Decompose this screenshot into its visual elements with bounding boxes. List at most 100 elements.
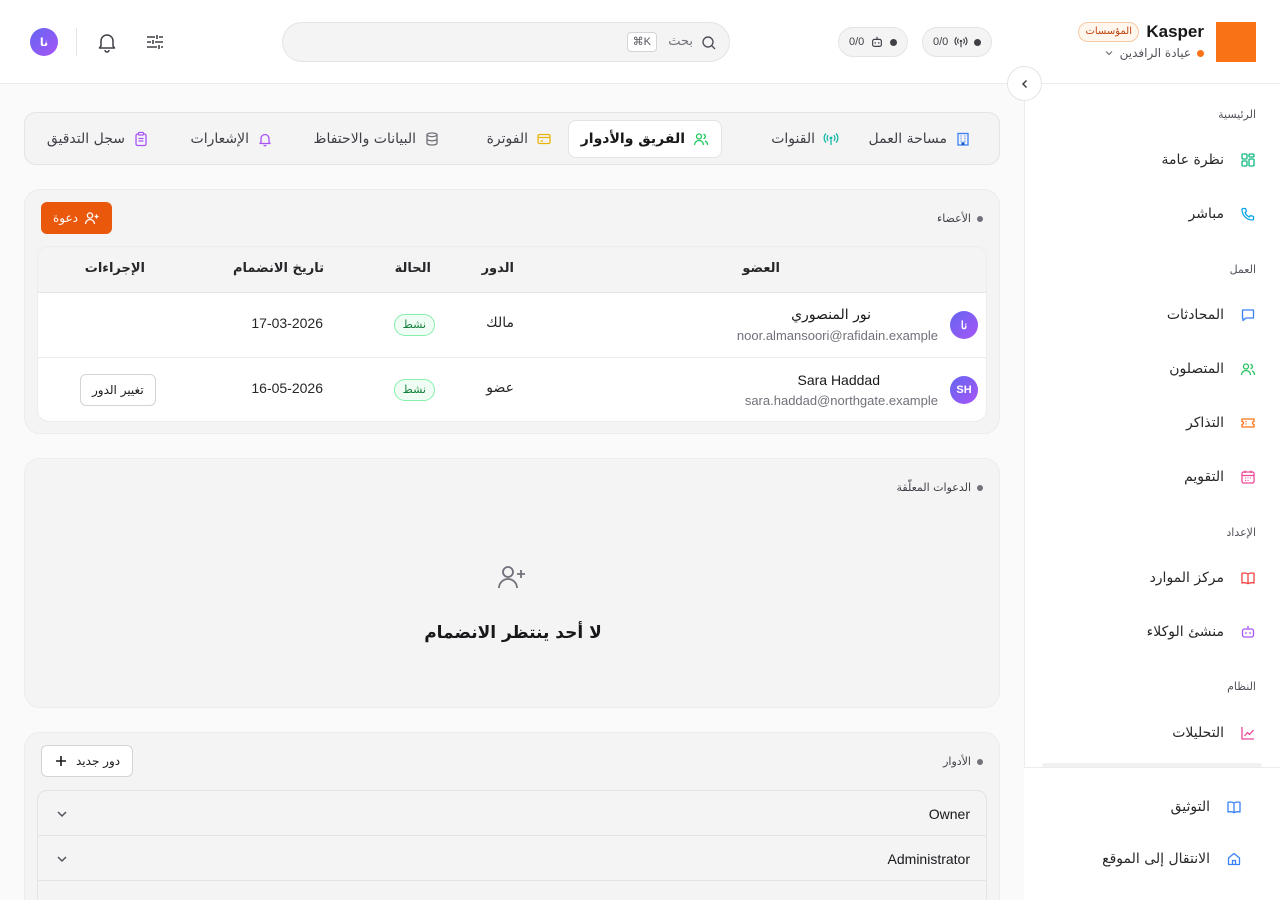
status-dot (974, 38, 982, 46)
table-header: العضو الدور الحالة تاريخ الانضمام الإجرا… (38, 247, 986, 293)
role-row-administrator[interactable]: Administrator (37, 835, 987, 881)
chevron-down-icon (1105, 51, 1113, 56)
sidebar-section-label: الإعداد (1226, 526, 1256, 539)
members-title: الأعضاء (937, 212, 983, 225)
member-role: مالك (486, 315, 514, 331)
sidebar-section-label: الرئيسية (1218, 108, 1256, 121)
search-input[interactable]: بحث ⌘K (282, 22, 730, 62)
top-bar: Kasper المؤسسات عيادة الرافدين 0/0 0/0 ب… (0, 0, 1280, 84)
tab-notifications[interactable]: الإشعارات (179, 120, 285, 158)
members-table: العضو الدور الحالة تاريخ الانضمام الإجرا… (37, 246, 987, 422)
sidebar-item-calendar[interactable]: التقويم (1048, 459, 1256, 495)
tab-workspace[interactable]: مساحة العمل (857, 120, 983, 158)
bot-icon (1241, 626, 1255, 638)
sidebar-item-documentation[interactable]: التوثيق (1042, 789, 1242, 825)
database-icon (426, 132, 438, 146)
empty-state-text: لا أحد ينتظر الانضمام (424, 623, 602, 643)
sidebar-item-label: التوثيق (1170, 799, 1210, 815)
new-role-button[interactable]: دور جديد (41, 745, 134, 777)
tab-label: البيانات والاحتفاظ (313, 131, 416, 147)
brand-logo[interactable] (1216, 22, 1256, 62)
invite-button[interactable]: دعوة (41, 202, 112, 234)
chevron-down-icon[interactable] (56, 808, 68, 820)
pending-invites-card: الدعوات المعلّقة لا أحد ينتظر الانضمام (24, 458, 1000, 708)
change-role-button[interactable]: تغيير الدور (80, 374, 156, 406)
agents-count: 0/0 (849, 36, 865, 48)
tab-label: الإشعارات (190, 131, 249, 147)
pending-title: الدعوات المعلّقة (896, 481, 983, 494)
sidebar-item-label: التحليلات (1172, 725, 1224, 741)
sidebar-section-label: العمل (1229, 263, 1256, 276)
plus-icon (56, 756, 66, 766)
section-title: الأدوار (943, 755, 971, 768)
workspace-name: عيادة الرافدين (1119, 46, 1191, 60)
sidebar-item-resources[interactable]: مركز الموارد (1048, 560, 1256, 596)
plan-badge: المؤسسات (1078, 22, 1139, 42)
status-badge: نشط (393, 314, 435, 336)
users-icon (1240, 363, 1256, 376)
sidebar-section-label: النظام (1227, 680, 1256, 693)
member-role: عضو (486, 380, 514, 396)
tab-billing[interactable]: الفوترة (475, 120, 564, 158)
status-badge: نشط (393, 379, 435, 401)
sliders-icon[interactable] (143, 30, 167, 54)
sidebar-item-live[interactable]: مباشر (1048, 196, 1256, 232)
sidebar-item-go-to-site[interactable]: الانتقال إلى الموقع (1042, 841, 1242, 877)
join-date: 17-03-2026 (251, 315, 323, 331)
tab-audit-log[interactable]: سجل التدقيق (35, 120, 161, 158)
sidebar-item-contacts[interactable]: المتصلون (1048, 351, 1256, 387)
sidebar-collapse-button[interactable] (1007, 66, 1042, 101)
sidebar-item-label: التذاكر (1185, 415, 1224, 431)
sidebar-item-label: التقويم (1184, 469, 1224, 485)
chat-icon (1241, 309, 1255, 322)
member-email: sara.haddad@northgate.example (744, 393, 938, 408)
role-name: Owner (928, 806, 970, 822)
tab-label: سجل التدقيق (46, 131, 125, 147)
sidebar-item-label: مباشر (1188, 206, 1224, 222)
roles-card: الأدوار دور جديد Owner Administrator (24, 732, 1000, 900)
book-icon (1241, 572, 1255, 585)
tab-label: القنوات (771, 131, 815, 147)
bell-icon[interactable] (95, 30, 119, 54)
tab-data-retention[interactable]: البيانات والاحتفاظ (302, 120, 452, 158)
member-name: نور المنصوري (791, 307, 871, 323)
sidebar-item-label: مركز الموارد (1149, 570, 1224, 586)
chevron-down-icon[interactable] (56, 853, 68, 865)
tab-label: الفوترة (486, 131, 528, 147)
sidebar-item-tickets[interactable]: التذاكر (1048, 405, 1256, 441)
workspace-switcher[interactable]: عيادة الرافدين (1104, 46, 1204, 60)
chevron-left-icon (1021, 79, 1027, 88)
sidebar-item-label: المتصلون (1169, 361, 1224, 377)
role-row[interactable] (37, 880, 987, 900)
bot-icon (872, 36, 883, 47)
status-dot (1197, 49, 1204, 57)
avatar: SH (950, 376, 978, 404)
tab-channels[interactable]: القنوات (759, 120, 851, 158)
role-name: Administrator (887, 851, 970, 867)
column-header-role: الدور (481, 261, 514, 276)
new-role-label: دور جديد (76, 754, 121, 768)
sidebar-item-analytics[interactable]: التحليلات (1048, 715, 1256, 751)
sidebar-item-conversations[interactable]: المحادثات (1048, 297, 1256, 333)
column-header-member: العضو (742, 261, 780, 276)
tab-team-roles[interactable]: الفريق والأدوار (567, 120, 722, 158)
avatar: نا (950, 311, 978, 339)
join-date: 16-05-2026 (251, 380, 323, 396)
sidebar-item-label: نظرة عامة (1161, 152, 1224, 168)
building-icon (957, 132, 969, 146)
calendar-icon (1241, 470, 1255, 484)
role-row-owner[interactable]: Owner (37, 790, 987, 836)
column-header-actions: الإجراءات (84, 261, 145, 276)
channels-status-pill[interactable]: 0/0 (922, 27, 993, 57)
agents-status-pill[interactable]: 0/0 (838, 27, 909, 57)
channels-count: 0/0 (933, 36, 949, 48)
tab-label: الفريق والأدوار (580, 131, 685, 147)
user-avatar[interactable]: نا (30, 28, 58, 56)
header-divider (76, 28, 77, 56)
column-header-joined: تاريخ الانضمام (233, 261, 324, 276)
sidebar-item-overview[interactable]: نظرة عامة (1048, 142, 1256, 178)
sidebar-item-agent-builder[interactable]: منشئ الوكلاء (1048, 614, 1256, 650)
phone-icon (1241, 207, 1255, 221)
table-row: SH Sara Haddad sara.haddad@northgate.exa… (38, 358, 986, 421)
settings-tabs: مساحة العمل القنوات الفريق والأدوار الفو… (24, 112, 1000, 165)
